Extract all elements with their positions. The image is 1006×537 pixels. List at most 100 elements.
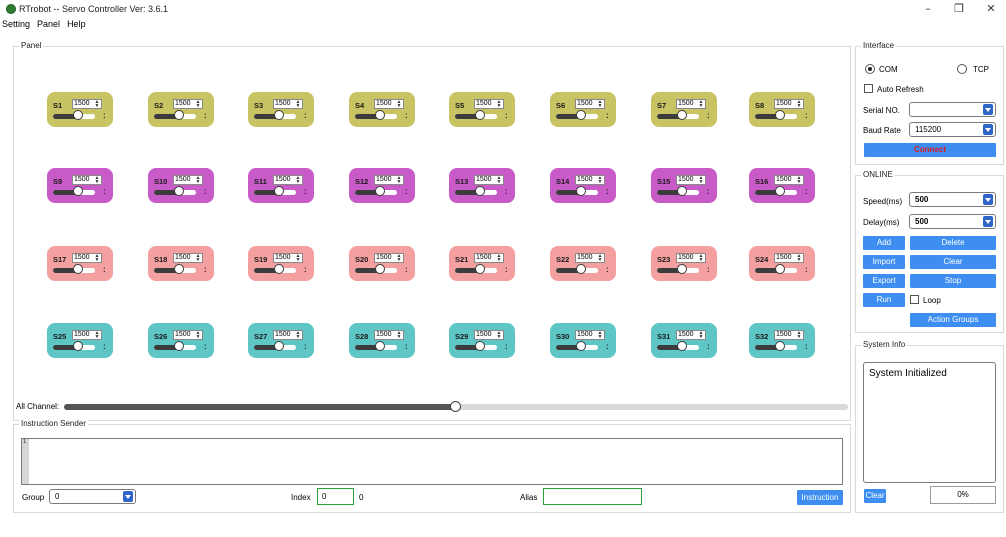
servo-value-input[interactable]: 1500 ▲ ▼ (374, 253, 404, 263)
spin-arrows-icon[interactable]: ▲ ▼ (294, 331, 302, 339)
minimize-button[interactable]: – (917, 2, 939, 16)
servo-value-input[interactable]: 1500 ▲ ▼ (273, 253, 303, 263)
servo-value-input[interactable]: 1500 ▲ ▼ (72, 330, 102, 340)
spin-arrows-icon[interactable]: ▲ ▼ (495, 176, 503, 184)
servo-value-input[interactable]: 1500 ▲ ▼ (374, 99, 404, 109)
servo-value-input[interactable]: 1500 ▲ ▼ (72, 99, 102, 109)
spin-arrows-icon[interactable]: ▲ ▼ (596, 176, 604, 184)
spin-arrows-icon[interactable]: ▲ ▼ (395, 176, 403, 184)
servo-value-input[interactable]: 1500 ▲ ▼ (676, 330, 706, 340)
baud-rate-select[interactable]: 115200 (909, 122, 996, 137)
add-button[interactable]: Add (863, 236, 905, 250)
action-groups-button[interactable]: Action Groups (910, 313, 996, 327)
spin-arrows-icon[interactable]: ▲ ▼ (495, 331, 503, 339)
menu-setting[interactable]: Setting (2, 19, 33, 29)
servo-value-input[interactable]: 1500 ▲ ▼ (474, 175, 504, 185)
connect-button[interactable]: Connect (864, 143, 996, 157)
spin-arrows-icon[interactable]: ▲ ▼ (697, 100, 705, 108)
run-button[interactable]: Run (863, 293, 905, 307)
all-channel-slider[interactable] (64, 401, 848, 412)
menu-help[interactable]: Help (63, 19, 89, 29)
spin-arrows-icon[interactable]: ▲ ▼ (395, 100, 403, 108)
spin-arrows-icon[interactable]: ▲ ▼ (93, 100, 101, 108)
tcp-radio[interactable] (957, 64, 967, 74)
alias-input[interactable] (543, 488, 642, 505)
index-input[interactable]: 0 (317, 488, 354, 505)
spin-arrows-icon[interactable]: ▲ ▼ (596, 100, 604, 108)
spin-arrows-icon[interactable]: ▲ ▼ (495, 254, 503, 262)
chevron-down-icon[interactable] (983, 216, 993, 227)
servo-value-input[interactable]: 1500 ▲ ▼ (575, 99, 605, 109)
servo-value-input[interactable]: 1500 ▲ ▼ (474, 330, 504, 340)
servo-value-input[interactable]: 1500 ▲ ▼ (774, 175, 804, 185)
servo-value-input[interactable]: 1500 ▲ ▼ (676, 99, 706, 109)
chevron-down-icon[interactable] (983, 194, 993, 205)
spin-arrows-icon[interactable]: ▲ ▼ (93, 331, 101, 339)
com-radio[interactable] (865, 64, 875, 74)
servo-value-input[interactable]: 1500 ▲ ▼ (774, 99, 804, 109)
chevron-down-icon[interactable] (983, 124, 993, 135)
servo-value-input[interactable]: 1500 ▲ ▼ (173, 253, 203, 263)
spin-arrows-icon[interactable]: ▲ ▼ (697, 331, 705, 339)
group-select[interactable]: 0 (49, 489, 136, 504)
spin-arrows-icon[interactable]: ▲ ▼ (697, 176, 705, 184)
servo-value-input[interactable]: 1500 ▲ ▼ (173, 330, 203, 340)
delete-button[interactable]: Delete (910, 236, 996, 250)
spin-arrows-icon[interactable]: ▲ ▼ (596, 254, 604, 262)
servo-value-input[interactable]: 1500 ▲ ▼ (273, 99, 303, 109)
clear-actions-button[interactable]: Clear (910, 255, 996, 269)
spin-arrows-icon[interactable]: ▲ ▼ (93, 176, 101, 184)
servo-value-input[interactable]: 1500 ▲ ▼ (72, 253, 102, 263)
spin-arrows-icon[interactable]: ▲ ▼ (194, 176, 202, 184)
chevron-down-icon[interactable] (123, 491, 133, 502)
servo-value-input[interactable]: 1500 ▲ ▼ (474, 253, 504, 263)
stop-button[interactable]: Stop (910, 274, 996, 288)
servo-value-input[interactable]: 1500 ▲ ▼ (575, 253, 605, 263)
spin-arrows-icon[interactable]: ▲ ▼ (294, 100, 302, 108)
spin-arrows-icon[interactable]: ▲ ▼ (795, 254, 803, 262)
spin-arrows-icon[interactable]: ▲ ▼ (294, 176, 302, 184)
chevron-down-icon[interactable] (983, 104, 993, 115)
import-button[interactable]: Import (863, 255, 905, 269)
spin-arrows-icon[interactable]: ▲ ▼ (795, 331, 803, 339)
spin-arrows-icon[interactable]: ▲ ▼ (93, 254, 101, 262)
serial-no-select[interactable] (909, 102, 996, 117)
loop-checkbox[interactable] (910, 295, 919, 304)
speed-select[interactable]: 500 (909, 192, 996, 207)
servo-value-input[interactable]: 1500 ▲ ▼ (72, 175, 102, 185)
spin-arrows-icon[interactable]: ▲ ▼ (596, 331, 604, 339)
servo-value-input[interactable]: 1500 ▲ ▼ (474, 99, 504, 109)
spin-arrows-icon[interactable]: ▲ ▼ (795, 100, 803, 108)
servo-value-input[interactable]: 1500 ▲ ▼ (676, 253, 706, 263)
servo-value-input[interactable]: 1500 ▲ ▼ (273, 175, 303, 185)
servo-value-input[interactable]: 1500 ▲ ▼ (374, 330, 404, 340)
servo-value-input[interactable]: 1500 ▲ ▼ (774, 253, 804, 263)
spin-arrows-icon[interactable]: ▲ ▼ (395, 254, 403, 262)
spin-arrows-icon[interactable]: ▲ ▼ (495, 100, 503, 108)
spin-arrows-icon[interactable]: ▲ ▼ (697, 254, 705, 262)
auto-refresh-checkbox[interactable] (864, 84, 873, 93)
all-channel-slider-handle[interactable] (450, 401, 461, 412)
close-button[interactable]: ✕ (980, 2, 1002, 16)
servo-value-input[interactable]: 1500 ▲ ▼ (575, 175, 605, 185)
servo-value-input[interactable]: 1500 ▲ ▼ (173, 175, 203, 185)
spin-arrows-icon[interactable]: ▲ ▼ (795, 176, 803, 184)
clear-log-button[interactable]: Clear (864, 489, 886, 503)
spin-arrows-icon[interactable]: ▲ ▼ (194, 254, 202, 262)
system-info-log[interactable]: System Initialized (863, 362, 996, 483)
instruction-button[interactable]: Instruction (797, 490, 843, 505)
servo-value-input[interactable]: 1500 ▲ ▼ (173, 99, 203, 109)
spin-arrows-icon[interactable]: ▲ ▼ (395, 331, 403, 339)
servo-value-input[interactable]: 1500 ▲ ▼ (273, 330, 303, 340)
spin-arrows-icon[interactable]: ▲ ▼ (194, 100, 202, 108)
delay-select[interactable]: 500 (909, 214, 996, 229)
menu-panel[interactable]: Panel (33, 19, 63, 29)
servo-value-input[interactable]: 1500 ▲ ▼ (374, 175, 404, 185)
servo-value-input[interactable]: 1500 ▲ ▼ (774, 330, 804, 340)
spin-arrows-icon[interactable]: ▲ ▼ (294, 254, 302, 262)
servo-value-input[interactable]: 1500 ▲ ▼ (575, 330, 605, 340)
servo-value-input[interactable]: 1500 ▲ ▼ (676, 175, 706, 185)
maximize-button[interactable]: ❐ (948, 2, 970, 16)
instruction-text-area[interactable]: 1 (21, 438, 843, 485)
spin-arrows-icon[interactable]: ▲ ▼ (194, 331, 202, 339)
